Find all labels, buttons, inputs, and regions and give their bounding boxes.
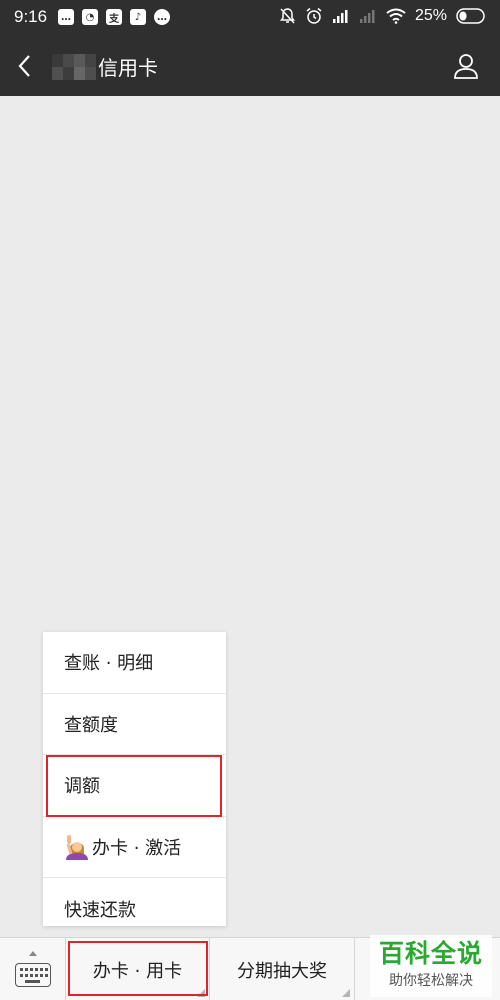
tab-installment-lottery[interactable]: 分期抽大奖 xyxy=(210,938,355,1000)
highlight-box-adjust-limit xyxy=(46,755,222,817)
chevron-left-icon xyxy=(18,55,30,77)
notification-icons: … ◔ 支 ♪ … xyxy=(58,9,170,25)
battery-icon xyxy=(456,8,485,24)
signal-icon xyxy=(332,10,348,23)
system-icons: 25% xyxy=(279,7,488,25)
submenu-corner-icon xyxy=(342,989,350,997)
watermark: 百科全说 助你轻松解决 xyxy=(370,935,492,997)
back-button[interactable] xyxy=(10,50,42,82)
status-bar: 9:16 … ◔ 支 ♪ … 25% xyxy=(0,0,500,36)
watermark-title: 百科全说 xyxy=(378,939,483,968)
highlight-box-tab xyxy=(68,941,208,996)
keyboard-toggle-button[interactable] xyxy=(0,938,66,1000)
battery-percent: 25% xyxy=(414,7,447,24)
menu-item-label: 查额度 xyxy=(64,714,118,736)
page-title-text: 信用卡 xyxy=(98,56,158,80)
message-icon: … xyxy=(58,9,74,25)
menu-item-credit-limit[interactable]: 查额度 xyxy=(43,694,226,755)
signal-weak-icon xyxy=(359,10,375,23)
tiktok-icon: ♪ xyxy=(130,9,146,25)
profile-button[interactable] xyxy=(452,52,480,80)
menu-item-statement[interactable]: 查账 · 明细 xyxy=(43,632,226,694)
menu-item-label: 快速还款 xyxy=(64,899,136,921)
menu-item-quick-repay[interactable]: 快速还款 xyxy=(43,878,226,940)
keyboard-icon xyxy=(15,963,51,987)
watermark-subtitle: 助你轻松解决 xyxy=(389,973,473,989)
status-time: 9:16 xyxy=(14,7,48,26)
menu-item-apply-activate[interactable]: 办卡 · 激活 xyxy=(43,817,226,878)
alarm-icon xyxy=(306,7,322,24)
mute-bell-icon xyxy=(279,8,295,24)
page-title: 信用卡 xyxy=(52,52,158,81)
chat-bubble-icon: … xyxy=(154,9,170,25)
menu-item-label: 查账 · 明细 xyxy=(64,653,154,675)
alipay-icon: 支 xyxy=(106,9,122,25)
tab-label: 分期抽大奖 xyxy=(237,960,327,982)
wechat-icon: ◔ xyxy=(82,9,98,25)
pixelated-name xyxy=(52,53,96,80)
menu-item-label: 办卡 · 激活 xyxy=(92,837,182,859)
title-bar: 信用卡 xyxy=(0,36,500,96)
person-raising-hand-emoji-icon xyxy=(66,834,88,860)
wifi-icon xyxy=(386,8,406,24)
caret-up-icon xyxy=(29,951,37,956)
person-icon xyxy=(454,54,478,79)
